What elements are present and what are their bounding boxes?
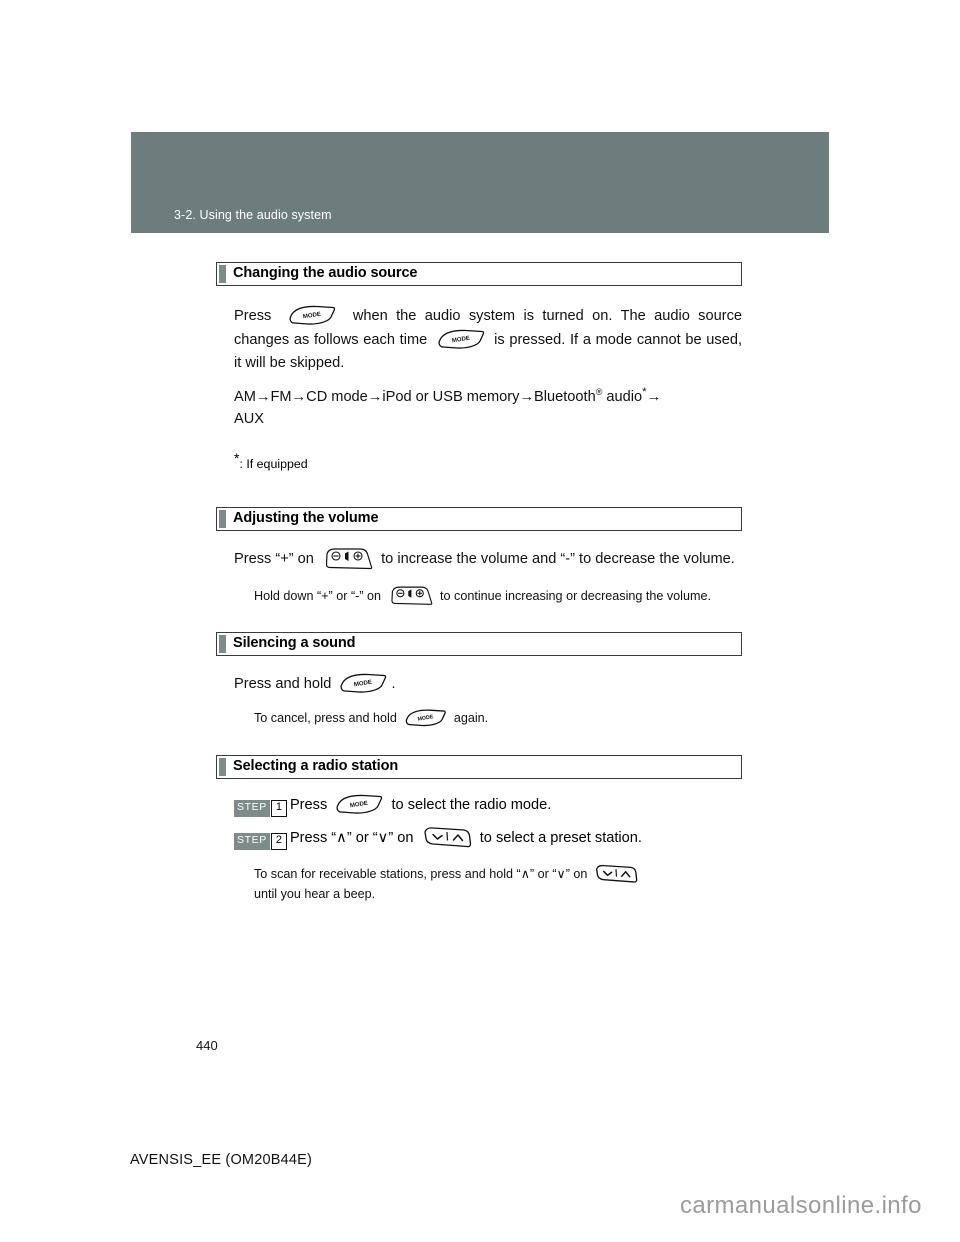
step-number: 2 <box>270 833 287 851</box>
step-number: 1 <box>270 799 287 817</box>
section-title: Changing the audio source <box>233 265 418 281</box>
text-select-radio-mode: to select the radio mode. <box>391 797 552 814</box>
mode-button-icon[interactable]: MODE <box>288 304 336 328</box>
volume-button-icon[interactable] <box>388 585 433 606</box>
subparagraph-scan-stations: To scan for receivable stations, press a… <box>254 863 742 904</box>
text-select-preset: to select a preset station. <box>479 830 642 847</box>
text-period: . <box>391 676 396 693</box>
paragraph-source-chain: AM→FM→CD mode→iPod or USB memory→Bluetoo… <box>234 385 742 431</box>
section-accent-tab <box>219 758 226 777</box>
subparagraph-hold-volume: Hold down “+” or “-” on to continue incr… <box>254 585 742 606</box>
page-content: Changing the audio source Press MODE whe… <box>216 262 742 904</box>
section-title: Silencing a sound <box>233 635 356 652</box>
site-watermark: carmanualsonline.info <box>680 1192 922 1219</box>
chapter-header-band: 3-2. Using the audio system <box>131 132 829 233</box>
step-badge-1: STEP 1 <box>234 799 287 817</box>
text-to-cancel: To cancel, press and hold <box>254 711 397 726</box>
text-press-up-down: Press “∧” or “∨” on <box>289 830 414 847</box>
text-press-plus: Press “+” on <box>234 551 314 568</box>
section-accent-tab <box>219 510 226 529</box>
mode-button-icon[interactable]: MODE <box>437 328 485 352</box>
section-header-changing-the-audio-source: Changing the audio source <box>216 262 742 286</box>
mode-button-icon[interactable]: MODE <box>404 708 447 729</box>
text-press: Press <box>234 308 272 324</box>
text-increase-decrease: to increase the volume and “-” to decrea… <box>381 551 735 568</box>
section-title: Selecting a radio station <box>233 758 399 775</box>
step-2-line: STEP 2 Press “∧” or “∨” on to select a pre… <box>234 825 742 851</box>
chapter-header-title: 3-2. Using the audio system <box>174 208 332 222</box>
source-chain-arrow: → <box>646 388 662 405</box>
section-accent-tab <box>219 265 226 283</box>
section-header-selecting-a-radio-station: Selecting a radio station <box>216 755 742 780</box>
seek-button-icon[interactable] <box>594 863 638 885</box>
document-footer-code: AVENSIS_EE (OM20B44E) <box>130 1152 313 1168</box>
mode-button-icon[interactable]: MODE <box>335 793 383 817</box>
text-hold-down: Hold down “+” or “-” on <box>254 589 382 604</box>
seek-button-icon[interactable] <box>422 825 472 850</box>
text-until-beep: until you hear a beep. <box>254 886 376 901</box>
step-1-line: STEP 1 Press MODE to select the radio mode… <box>234 793 742 817</box>
source-chain-text: AM→FM→CD mode→iPod or USB memory→Bluetoo… <box>234 388 596 405</box>
text-press: Press <box>289 797 328 814</box>
step-label: STEP <box>234 833 270 851</box>
page-number: 440 <box>196 1038 218 1053</box>
section-header-adjusting-the-volume: Adjusting the volume <box>216 507 742 532</box>
step-badge-2: STEP 2 <box>234 833 287 851</box>
text-continue-increasing: to continue increasing or decreasing the… <box>440 589 711 604</box>
mode-button-icon[interactable]: MODE <box>339 672 387 696</box>
text-press-and-hold: Press and hold <box>234 676 332 693</box>
volume-button-icon[interactable] <box>322 547 373 570</box>
section-title: Adjusting the volume <box>233 510 379 527</box>
paragraph-changing-source: Press MODE when the audio system is turn… <box>234 304 742 375</box>
section-accent-tab <box>219 635 226 654</box>
text-again: again. <box>453 711 489 726</box>
paragraph-silencing: Press and hold MODE . <box>234 672 742 696</box>
step-label: STEP <box>234 799 270 817</box>
source-chain-last: AUX <box>234 411 265 428</box>
section-header-silencing-a-sound: Silencing a sound <box>216 632 742 657</box>
text-scan-stations: To scan for receivable stations, press a… <box>254 866 588 881</box>
footnote-text: : If equipped <box>239 456 308 471</box>
source-chain-audio: audio <box>602 388 643 405</box>
paragraph-adjusting-volume: Press “+” on to increase the volume and … <box>234 547 742 571</box>
subparagraph-cancel-silence: To cancel, press and hold MODE again. <box>254 708 742 729</box>
footnote-if-equipped: *: If equipped <box>234 450 742 473</box>
